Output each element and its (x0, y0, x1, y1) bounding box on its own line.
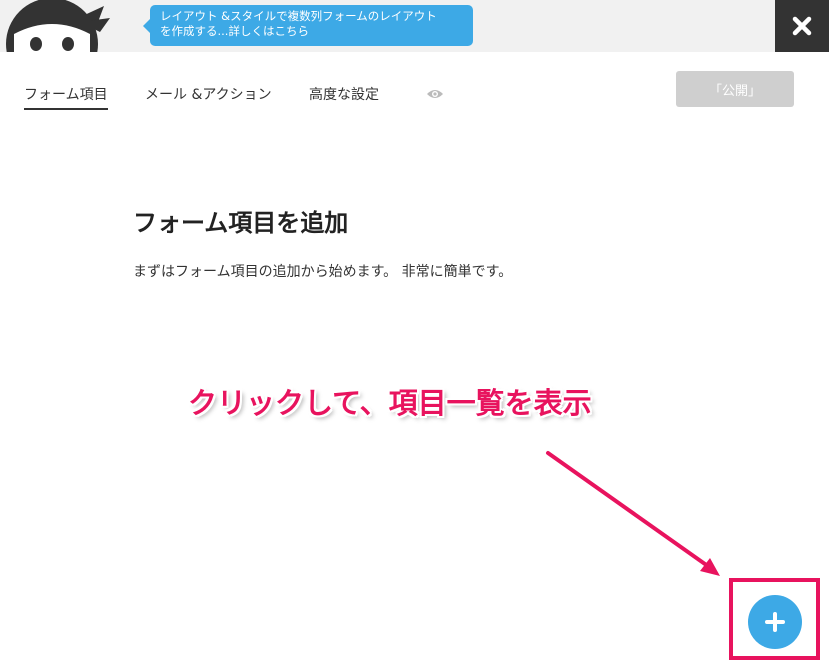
close-button[interactable] (775, 0, 829, 52)
close-icon (792, 16, 812, 36)
add-field-button[interactable] (748, 595, 802, 649)
page-title: フォーム項目を追加 (133, 209, 349, 237)
page-description: まずはフォーム項目の追加から始めます。 非常に簡単です。 (133, 264, 513, 280)
tab-email-actions[interactable]: メール &アクション (145, 84, 272, 104)
ninja-mascot-logo (0, 0, 120, 52)
tooltip-line-1: レイアウト &スタイルで複数列フォームのレイアウト (160, 9, 437, 23)
annotation-callout: クリックして、項目一覧を表示 (188, 386, 592, 420)
publish-button[interactable]: 「公開」 (676, 71, 794, 107)
tab-advanced-settings[interactable]: 高度な設定 (309, 84, 379, 104)
eye-icon[interactable] (426, 87, 444, 101)
tab-form-fields[interactable]: フォーム項目 (24, 84, 108, 110)
plus-icon (765, 612, 785, 632)
top-bar: レイアウト &スタイルで複数列フォームのレイアウト を作成する...詳しくはこち… (0, 0, 829, 52)
annotation-arrow-icon (546, 451, 720, 576)
layout-tip-tooltip[interactable]: レイアウト &スタイルで複数列フォームのレイアウト を作成する...詳しくはこち… (143, 5, 473, 46)
tooltip-line-2: を作成する...詳しくはこちら (160, 24, 309, 38)
